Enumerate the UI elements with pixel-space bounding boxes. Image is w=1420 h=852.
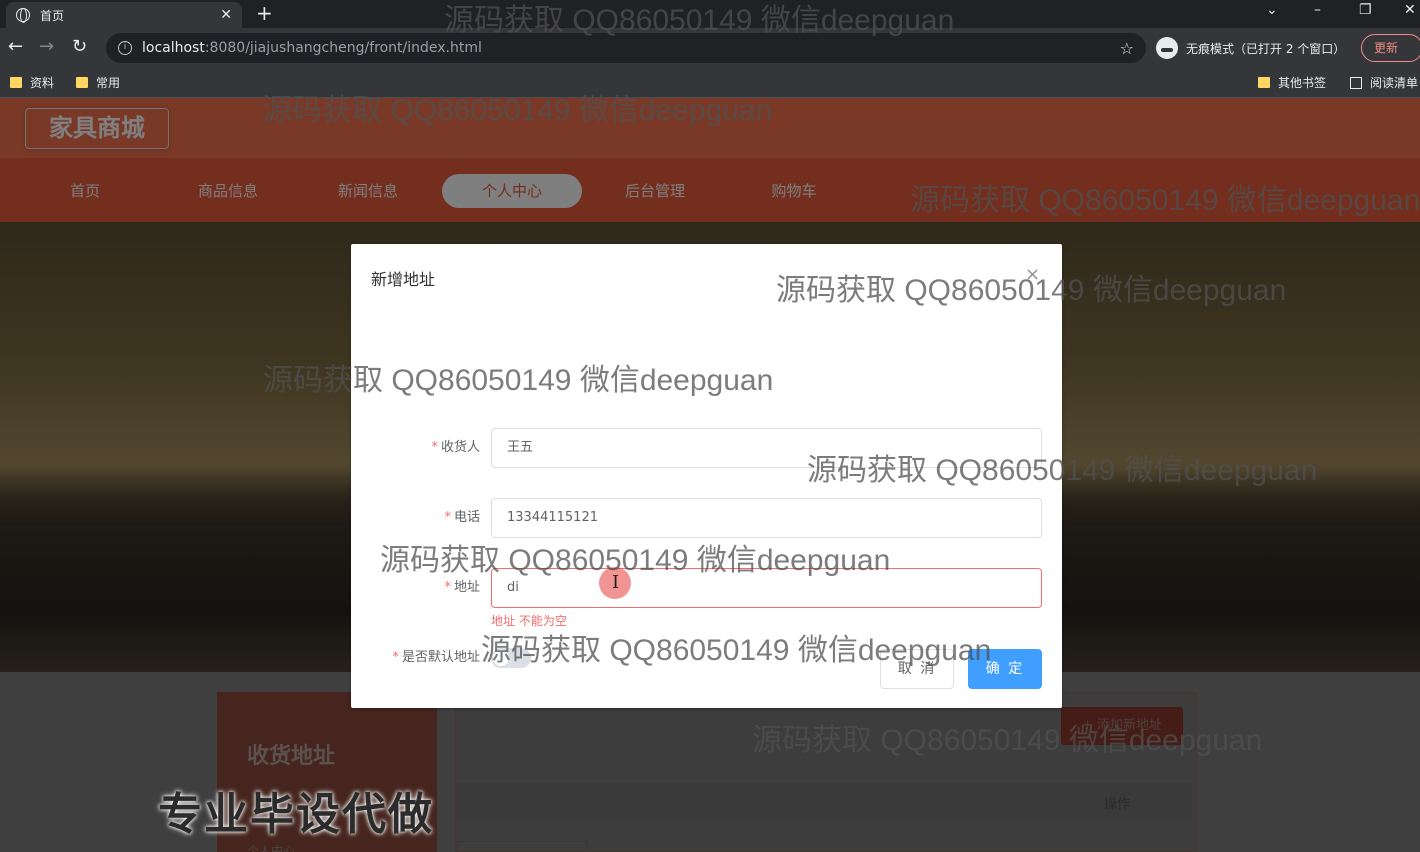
globe-icon (16, 8, 30, 23)
minimize-icon[interactable]: – (1314, 2, 1321, 18)
restore-icon[interactable]: ❐ (1359, 2, 1372, 18)
phone-input[interactable]: 13344115121 (491, 498, 1042, 538)
watermark-text: 源码获取 QQ86050149 微信deepguan (380, 544, 891, 577)
watermark-text: 源码获取 QQ86050149 微信deepguan (481, 634, 992, 667)
back-icon[interactable]: ← (8, 37, 23, 57)
watermark-text: 源码获取 QQ86050149 微信deepguan (444, 4, 955, 37)
folder-icon (1258, 77, 1270, 88)
form-row-phone: * 电话 13344115121 (351, 498, 1062, 538)
url-host: localhost (142, 40, 205, 56)
incognito-indicator[interactable]: 无痕模式（已打开 2 个窗口） (1156, 34, 1345, 62)
window-close-icon[interactable]: ✕ (1404, 2, 1416, 18)
bookmark-label: 资料 (30, 76, 55, 90)
other-bookmarks-label: 其他书签 (1278, 76, 1327, 90)
consignee-label: * 收货人 (431, 440, 480, 455)
watermark-text: 源码获取 QQ86050149 微信deepguan (262, 94, 773, 127)
tab-search-icon[interactable]: ⌄ (1266, 2, 1278, 18)
new-tab-button[interactable]: + (256, 3, 273, 23)
folder-icon (76, 77, 88, 88)
default-address-label: * 是否默认地址 (392, 650, 480, 665)
address-error-message: 地址 不能为空 (491, 614, 567, 628)
dialog-title: 新增地址 (371, 270, 436, 289)
site-info-icon[interactable]: i (118, 41, 132, 55)
reading-list[interactable]: 阅读清单 (1350, 74, 1418, 91)
tab-title: 首页 (40, 8, 65, 23)
bookmark-folder[interactable]: 资料 (10, 74, 54, 91)
tab-close-icon[interactable]: ✕ (220, 7, 232, 23)
watermark-text: 源码获取 QQ86050149 微信deepguan (776, 274, 1287, 307)
watermark-banner: 专业毕设代做 (158, 789, 434, 840)
folder-icon (10, 77, 22, 88)
watermark-text: 源码获取 QQ86050149 微信deepguan (752, 724, 1263, 757)
bookmark-label: 常用 (96, 76, 121, 90)
forward-icon[interactable]: → (39, 37, 54, 57)
reload-icon[interactable]: ↻ (72, 37, 87, 57)
other-bookmarks[interactable]: 其他书签 (1258, 74, 1326, 91)
watermark-text: 源码获取 QQ86050149 微信deepguan (910, 184, 1420, 217)
watermark-text: 源码获取 QQ86050149 微信deepguan (263, 364, 774, 397)
browser-tab[interactable]: 首页 ✕ (6, 2, 242, 28)
url-path: :8080/jiajushangcheng/front/index.html (204, 40, 482, 56)
reading-list-label: 阅读清单 (1370, 76, 1419, 90)
phone-label: * 电话 (444, 510, 480, 525)
update-button[interactable]: 更新 (1361, 34, 1420, 62)
incognito-icon (1156, 37, 1178, 59)
reading-list-icon (1350, 76, 1362, 89)
incognito-label: 无痕模式（已打开 2 个窗口） (1186, 41, 1346, 56)
watermark-text: 源码获取 QQ86050149 微信deepguan (807, 454, 1318, 487)
bookmark-folder[interactable]: 常用 (76, 74, 120, 91)
bookmark-star-icon[interactable]: ☆ (1120, 39, 1134, 58)
